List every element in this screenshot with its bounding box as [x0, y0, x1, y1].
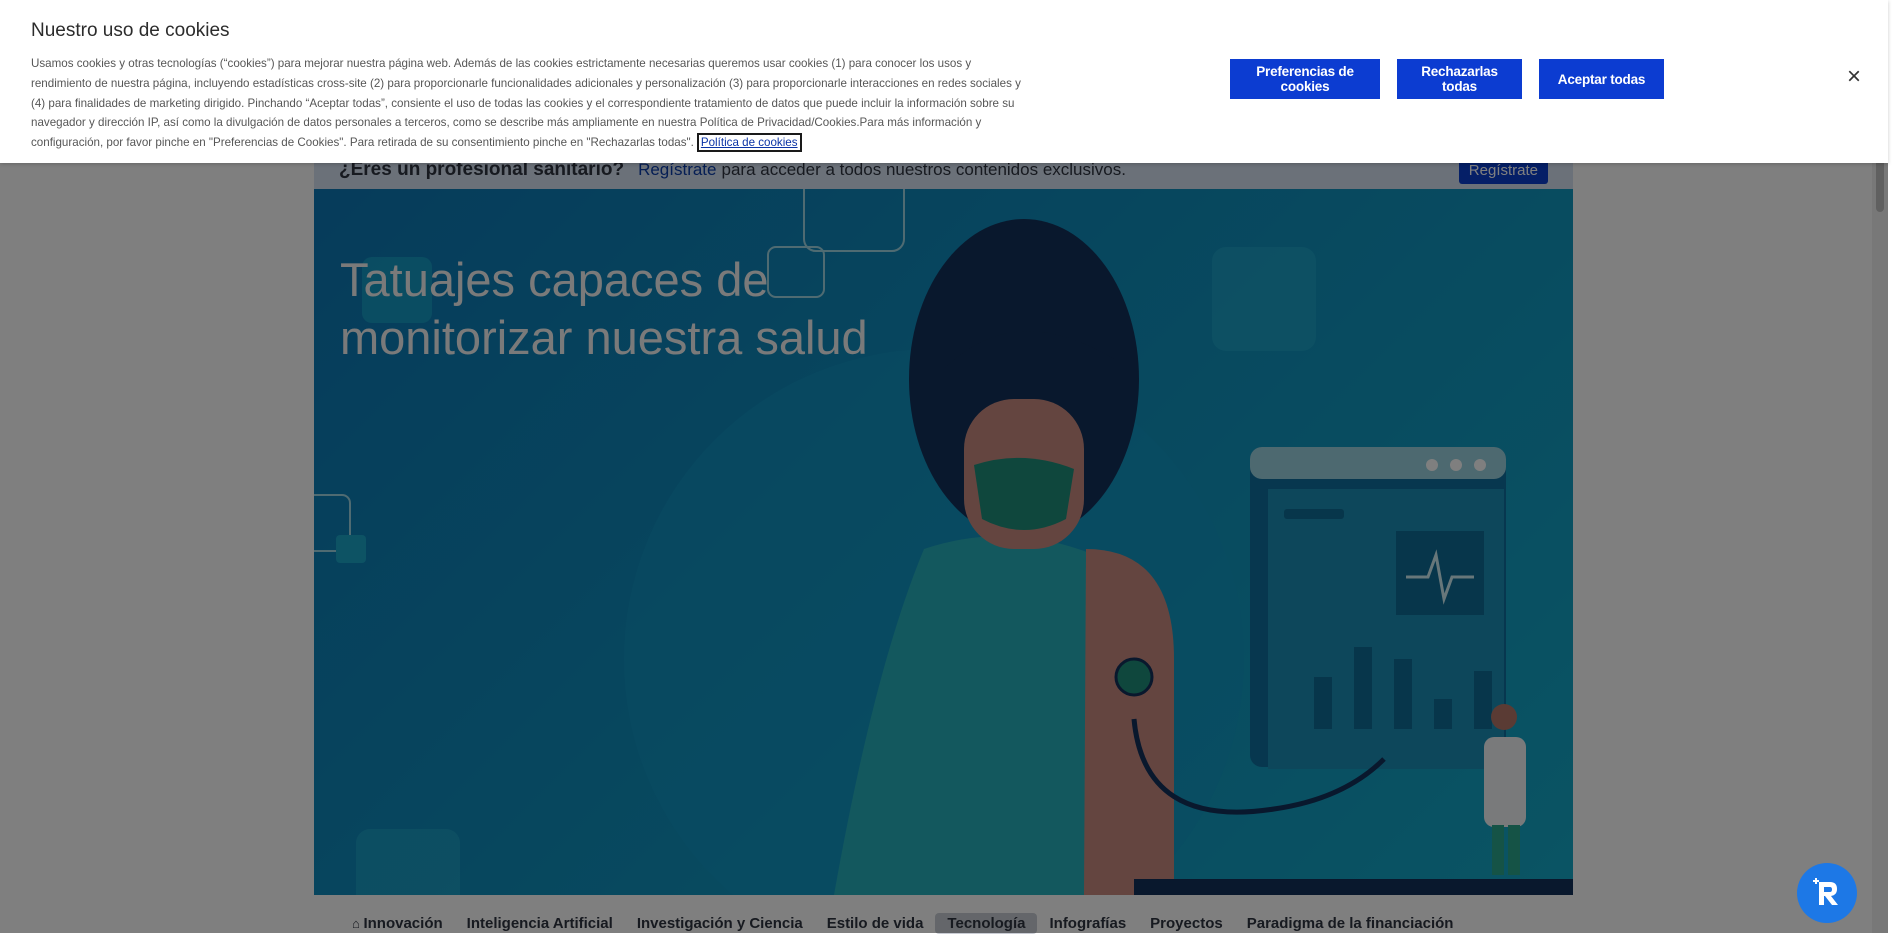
- cookie-banner-body: Usamos cookies y otras tecnologías (“coo…: [31, 54, 1021, 153]
- reject-all-button[interactable]: Rechazarlas todas: [1397, 59, 1522, 99]
- cookie-banner-title: Nuestro uso de cookies: [31, 20, 230, 41]
- accessibility-assistant-icon[interactable]: [1797, 863, 1857, 923]
- accept-all-button[interactable]: Aceptar todas: [1539, 59, 1664, 99]
- close-icon[interactable]: ×: [1843, 65, 1865, 89]
- assistant-glyph-icon: [1813, 878, 1838, 905]
- cookie-banner-text: Usamos cookies y otras tecnologías (“coo…: [31, 57, 1021, 150]
- cookie-policy-link[interactable]: Política de cookies: [696, 133, 802, 153]
- cookie-banner: Nuestro uso de cookies Usamos cookies y …: [0, 0, 1888, 163]
- cookie-preferences-button[interactable]: Preferencias de cookies: [1230, 59, 1380, 99]
